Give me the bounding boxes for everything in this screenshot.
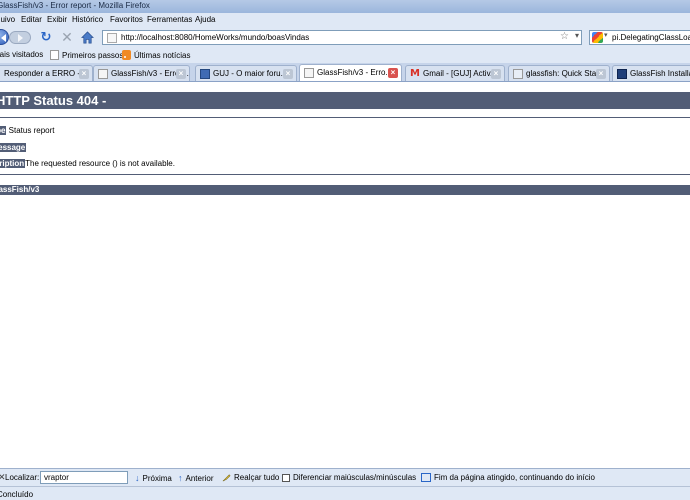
page-icon: [50, 50, 59, 60]
tab-label: GlassFish/v3 - Erro...: [317, 68, 393, 77]
tab-label: GlassFish Installatio: [630, 69, 690, 78]
message-label: message: [0, 143, 27, 152]
reload-icon[interactable]: ↻: [39, 29, 53, 45]
bookmark-primeiros-passos[interactable]: Primeiros passos: [50, 50, 123, 60]
google-icon[interactable]: [592, 32, 603, 43]
tab-label: GUJ - O maior foru...: [213, 69, 288, 78]
page-favicon-icon: [107, 33, 117, 43]
status-bar: Concluído: [0, 486, 690, 500]
window-titlebar: GlassFish/v3 - Error report - Mozilla Fi…: [0, 0, 690, 13]
tab-glassfish-error[interactable]: GlassFish/v3 - Error ... ×: [93, 65, 190, 81]
type-value: Status report: [6, 126, 55, 135]
message-row: message: [0, 143, 27, 152]
tab-glassfish-installation[interactable]: GlassFish Installatio: [612, 65, 690, 81]
find-previous-button[interactable]: ↑ Anterior: [178, 473, 214, 483]
tab-glassfish-quickstart[interactable]: glassfish: Quick Star... ×: [508, 65, 610, 81]
find-bar: ✕ Localizar: ↓ Próxima ↑ Anterior Realça…: [0, 468, 690, 486]
back-button[interactable]: [0, 29, 9, 45]
tab-glassfish-error-active[interactable]: GlassFish/v3 - Erro... ×: [299, 64, 402, 81]
checkbox-icon[interactable]: [282, 473, 290, 482]
window-title: GlassFish/v3 - Error report - Mozilla Fi…: [0, 1, 150, 10]
tab-responder-erro[interactable]: Responder a ERRO -... ×: [0, 65, 93, 81]
menu-bar: Arquivo Editar Exibir Histórico Favorito…: [0, 13, 690, 27]
close-tab-icon[interactable]: ×: [491, 69, 501, 79]
stop-icon[interactable]: ✕: [60, 29, 74, 45]
match-case-label: Diferenciar maiúsculas/minúsculas: [293, 473, 417, 482]
page-content: HTTP Status 404 - type Status report mes…: [0, 82, 690, 468]
highlight-all-button[interactable]: Realçar tudo: [222, 473, 279, 482]
url-dropdown-icon[interactable]: ▾: [575, 31, 579, 40]
gmail-icon: M: [410, 68, 420, 79]
description-label: description: [0, 159, 26, 168]
wrap-around-icon: [421, 473, 431, 482]
highlight-all-label: Realçar tudo: [234, 473, 280, 482]
highlighter-icon: [222, 474, 231, 482]
rss-icon: [122, 50, 131, 60]
forward-button[interactable]: [9, 31, 31, 44]
tab-label: Responder a ERRO -...: [4, 69, 87, 78]
find-next-label: Próxima: [142, 473, 172, 483]
menu-editar[interactable]: Editar: [21, 15, 42, 24]
arrow-up-icon: ↑: [178, 473, 183, 483]
error-heading: HTTP Status 404 -: [0, 92, 690, 109]
server-name: GlassFish/v3: [0, 185, 40, 194]
page-icon: [304, 68, 314, 78]
bookmark-mais-visitados[interactable]: Mais visitados: [0, 50, 43, 59]
status-text: Concluído: [0, 490, 34, 499]
divider: [0, 174, 690, 175]
search-input[interactable]: pi.DelegatingClassLoader: [612, 33, 690, 42]
find-status: Fim da página atingido, continuando do i…: [421, 473, 595, 482]
bookmarks-toolbar: Mais visitados Primeiros passos Últimas …: [0, 47, 690, 63]
arrow-down-icon: ↓: [135, 473, 140, 483]
navigation-toolbar: ↻ ✕ http://localhost:8080/HomeWorks/mund…: [0, 27, 690, 47]
search-bar[interactable]: ▾ pi.DelegatingClassLoader: [589, 30, 690, 45]
tab-bar: Responder a ERRO -... × GlassFish/v3 - E…: [0, 63, 690, 82]
find-next-button[interactable]: ↓ Próxima: [135, 473, 172, 483]
close-tab-icon[interactable]: ×: [79, 69, 89, 79]
page-icon: [98, 69, 108, 79]
close-tab-icon[interactable]: ×: [388, 68, 398, 78]
menu-ajuda[interactable]: Ajuda: [195, 15, 215, 24]
find-previous-label: Anterior: [185, 473, 214, 483]
tab-guj-forum[interactable]: GUJ - O maior foru... ×: [195, 65, 297, 81]
menu-exibir[interactable]: Exibir: [47, 15, 67, 24]
glassfish-icon: [617, 69, 627, 79]
type-row: type Status report: [0, 126, 54, 135]
divider: [0, 117, 690, 118]
close-tab-icon[interactable]: ×: [283, 69, 293, 79]
tab-gmail[interactable]: M Gmail - [GUJ] Activ... ×: [405, 65, 505, 81]
find-status-text: Fim da página atingido, continuando do i…: [434, 473, 595, 482]
menu-arquivo[interactable]: Arquivo: [0, 15, 15, 24]
tab-label: Gmail - [GUJ] Activ...: [423, 69, 497, 78]
find-label: Localizar:: [5, 473, 40, 482]
bookmark-label: Primeiros passos: [62, 50, 124, 60]
menu-favoritos[interactable]: Favoritos: [110, 15, 143, 24]
menu-ferramentas[interactable]: Ferramentas: [147, 15, 192, 24]
find-input[interactable]: [40, 471, 128, 484]
menu-historico[interactable]: Histórico: [72, 15, 103, 24]
search-engine-dropdown-icon[interactable]: ▾: [604, 31, 608, 39]
server-footer: GlassFish/v3: [0, 185, 690, 195]
page-icon: [513, 69, 523, 79]
tab-label: glassfish: Quick Star...: [526, 69, 606, 78]
bookmark-label: Mais visitados: [0, 50, 44, 59]
guj-icon: [200, 69, 210, 79]
bookmark-star-icon[interactable]: ☆: [560, 31, 569, 42]
close-tab-icon[interactable]: ×: [596, 69, 606, 79]
bookmark-ultimas-noticias[interactable]: Últimas notícias: [122, 50, 190, 60]
description-row: descriptionThe requested resource () is …: [0, 159, 175, 168]
address-bar[interactable]: http://localhost:8080/HomeWorks/mundo/bo…: [102, 30, 582, 45]
bookmark-label: Últimas notícias: [134, 50, 191, 60]
home-icon[interactable]: [80, 29, 94, 45]
close-tab-icon[interactable]: ×: [176, 69, 186, 79]
url-text[interactable]: http://localhost:8080/HomeWorks/mundo/bo…: [121, 33, 309, 42]
match-case-checkbox[interactable]: Diferenciar maiúsculas/minúsculas: [282, 473, 416, 482]
description-value: The requested resource () is not availab…: [25, 159, 175, 168]
